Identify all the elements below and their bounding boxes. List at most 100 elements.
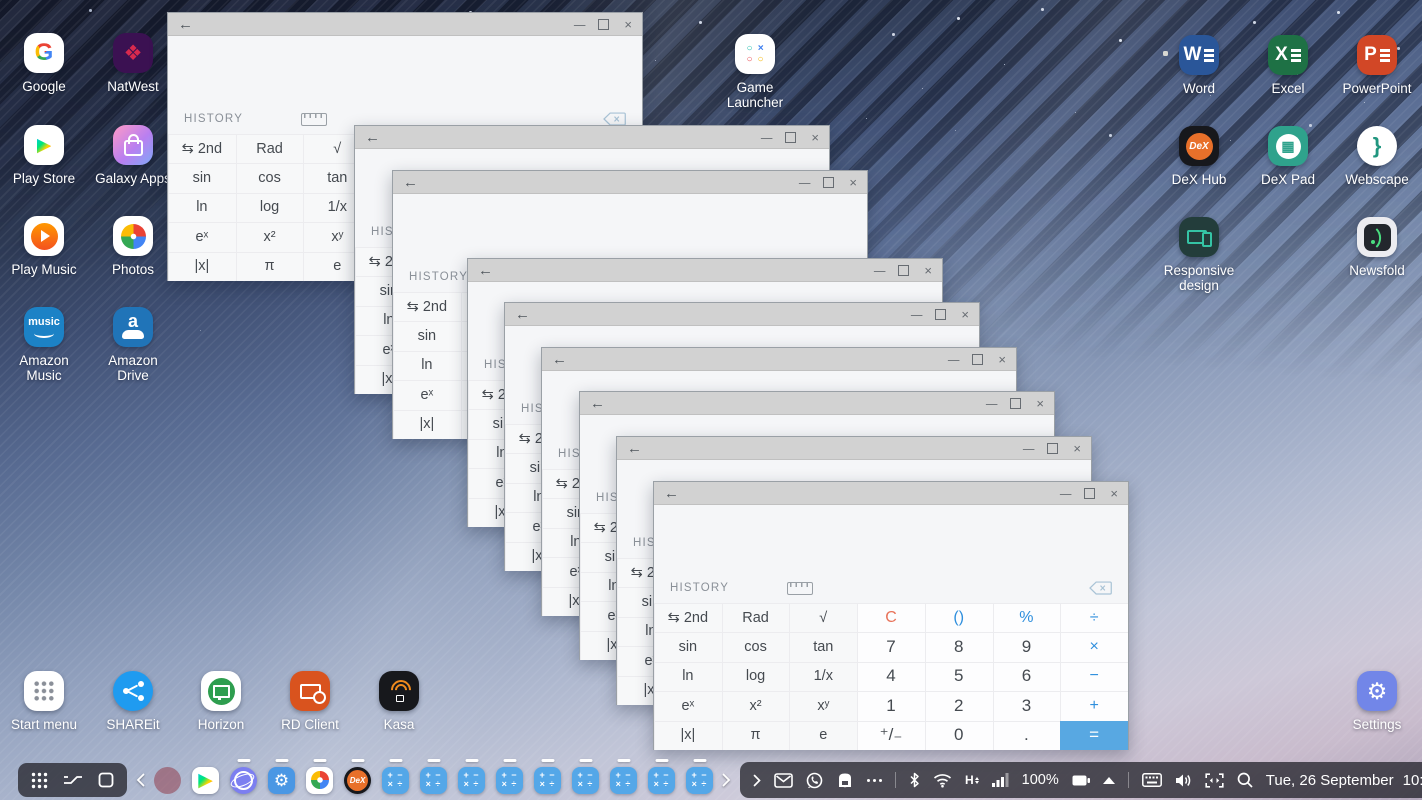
key-2[interactable]: 2 (925, 691, 993, 720)
key-abs[interactable]: |x| (393, 410, 461, 439)
key-second[interactable]: ⇆ 2nd (168, 134, 236, 163)
taskbar-app-calculator[interactable]: + −× ÷ (420, 767, 447, 794)
minimize-button[interactable]: – (1023, 441, 1035, 456)
key-exp[interactable]: eˣ (654, 691, 722, 720)
key-5[interactable]: 5 (925, 662, 993, 691)
caret-up-icon[interactable] (1103, 777, 1115, 784)
key-log[interactable]: log (236, 193, 304, 222)
key-percent[interactable]: % (993, 603, 1061, 632)
window-titlebar[interactable]: ← – × (654, 482, 1128, 505)
chevron-right-icon[interactable] (722, 773, 731, 787)
close-button[interactable]: × (1036, 396, 1044, 411)
dex-station-icon[interactable] (836, 772, 854, 788)
key-4[interactable]: 4 (857, 662, 925, 691)
bluetooth-icon[interactable] (909, 772, 920, 788)
screen-capture-icon[interactable] (1205, 773, 1224, 788)
close-button[interactable]: × (961, 307, 969, 322)
desktop-mode-icon[interactable] (98, 772, 114, 788)
key-pi[interactable]: π (236, 252, 304, 281)
backspace-icon[interactable] (1089, 581, 1112, 595)
maximize-button[interactable] (598, 19, 609, 30)
key-abs[interactable]: |x| (168, 252, 236, 281)
window-titlebar[interactable]: ←–× (580, 392, 1054, 415)
search-icon[interactable] (1237, 772, 1253, 788)
taskbar-app-calculator[interactable]: + −× ÷ (648, 767, 675, 794)
back-icon[interactable]: ← (478, 263, 493, 278)
back-icon[interactable]: ← (627, 441, 642, 456)
taskbar-app-faded-app[interactable] (154, 767, 181, 794)
taskbar-app-calculator[interactable]: + −× ÷ (496, 767, 523, 794)
close-button[interactable]: × (811, 130, 819, 145)
key-ln[interactable]: ln (168, 193, 236, 222)
key-abs[interactable]: |x| (654, 721, 722, 750)
maximize-button[interactable] (785, 132, 796, 143)
key-clear[interactable]: C (857, 603, 925, 632)
key-sqrt[interactable]: √ (789, 603, 857, 632)
close-button[interactable]: × (1110, 486, 1118, 501)
taskbar-app-gallery[interactable] (306, 767, 333, 794)
back-icon[interactable]: ← (590, 396, 605, 411)
key-equals[interactable]: = (1060, 721, 1128, 750)
key-add[interactable]: + (1060, 691, 1128, 720)
key-ln[interactable]: ln (654, 662, 722, 691)
minimize-button[interactable]: – (911, 307, 923, 322)
window-titlebar[interactable]: ←–× (393, 171, 867, 194)
gmail-icon[interactable] (774, 773, 793, 788)
keyboard-icon[interactable] (1142, 773, 1162, 787)
maximize-button[interactable] (823, 177, 834, 188)
history-button[interactable]: HISTORY (409, 271, 468, 283)
backspace-icon[interactable] (603, 112, 626, 126)
back-icon[interactable]: ← (403, 175, 418, 190)
taskbar-app-play-store[interactable]: ▶ (192, 767, 219, 794)
history-button[interactable]: HISTORY (184, 113, 243, 125)
taskbar-app-calculator[interactable]: + −× ÷ (686, 767, 713, 794)
taskbar-app-internet[interactable] (230, 767, 257, 794)
back-icon[interactable]: ← (664, 486, 679, 501)
taskbar-app-calculator[interactable]: + −× ÷ (382, 767, 409, 794)
maximize-button[interactable] (1047, 443, 1058, 454)
taskbar-clock[interactable]: Tue, 26 September 10:17 (1266, 772, 1422, 789)
wifi-icon[interactable] (933, 773, 952, 788)
volume-icon[interactable] (1175, 773, 1192, 788)
key-pi[interactable]: π (722, 721, 790, 750)
minimize-button[interactable]: – (761, 130, 773, 145)
key-power[interactable]: xʸ (789, 691, 857, 720)
maximize-button[interactable] (1084, 488, 1095, 499)
key-second[interactable]: ⇆ 2nd (393, 292, 461, 321)
close-button[interactable]: × (998, 352, 1006, 367)
snap-window-icon[interactable] (63, 773, 83, 787)
key-parentheses[interactable]: () (925, 603, 993, 632)
key-tan[interactable]: tan (789, 632, 857, 661)
taskbar-app-calculator[interactable]: + −× ÷ (458, 767, 485, 794)
apps-grid-icon[interactable] (31, 772, 48, 789)
window-titlebar[interactable]: ← – × (505, 303, 979, 326)
minimize-button[interactable]: – (948, 352, 960, 367)
minimize-button[interactable]: – (1060, 486, 1072, 501)
maximize-button[interactable] (1010, 398, 1021, 409)
minimize-button[interactable]: – (874, 263, 886, 278)
close-button[interactable]: × (924, 263, 932, 278)
more-options-icon[interactable] (867, 779, 882, 782)
taskbar-app-settings-gear[interactable]: ⚙ (268, 767, 295, 794)
key-7[interactable]: 7 (857, 632, 925, 661)
key-exp[interactable]: eˣ (393, 380, 461, 409)
taskbar-app-calculator[interactable]: + −× ÷ (572, 767, 599, 794)
whatsapp-icon[interactable] (806, 772, 823, 789)
expand-tray-icon[interactable] (753, 774, 761, 787)
back-icon[interactable]: ← (515, 307, 530, 322)
close-button[interactable]: × (1073, 441, 1081, 456)
window-titlebar[interactable]: ←–× (542, 348, 1016, 371)
key-6[interactable]: 6 (993, 662, 1061, 691)
key-0[interactable]: 0 (925, 721, 993, 750)
window-titlebar[interactable]: ← – × (617, 437, 1091, 460)
taskbar-app-calculator[interactable]: + −× ÷ (610, 767, 637, 794)
window-titlebar[interactable]: ←–× (168, 13, 642, 36)
back-icon[interactable]: ← (178, 17, 193, 32)
history-button[interactable]: HISTORY (670, 582, 729, 594)
key-multiply[interactable]: × (1060, 632, 1128, 661)
unit-converter-icon[interactable] (787, 582, 813, 595)
key-decimal[interactable]: . (993, 721, 1061, 750)
key-log[interactable]: log (722, 662, 790, 691)
maximize-button[interactable] (935, 309, 946, 320)
window-titlebar[interactable]: ← – × (468, 259, 942, 282)
